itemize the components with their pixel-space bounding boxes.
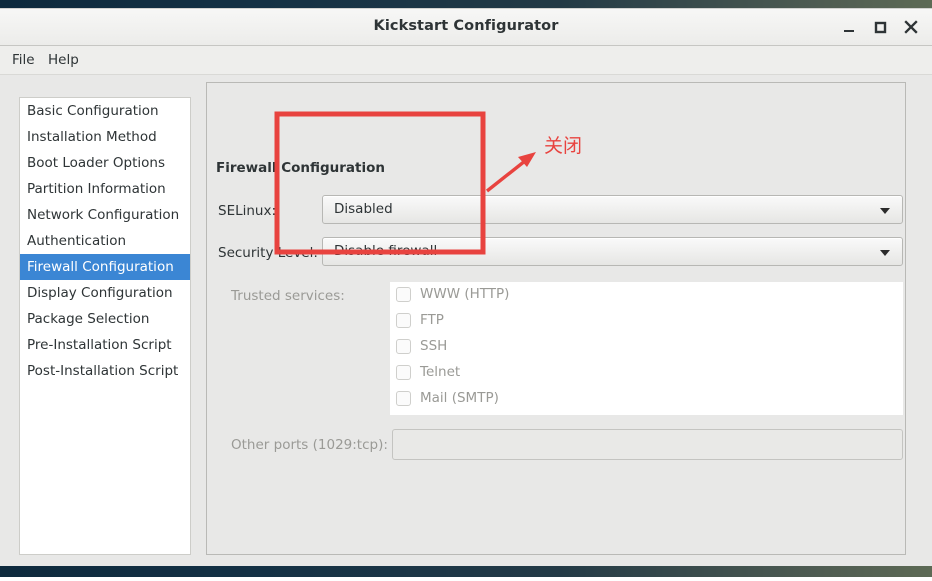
chevron-down-icon: [880, 208, 890, 214]
service-label: Telnet: [420, 364, 461, 380]
trusted-services-label: Trusted services:: [231, 288, 345, 304]
sidebar-item[interactable]: Post-Installation Script: [20, 358, 190, 384]
sidebar-item[interactable]: Firewall Configuration: [20, 254, 190, 280]
checkbox-icon[interactable]: [396, 365, 411, 380]
checkbox-icon[interactable]: [396, 287, 411, 302]
sidebar-item[interactable]: Partition Information: [20, 176, 190, 202]
section-list[interactable]: Basic Configuration Installation Method Bo…: [19, 97, 191, 555]
service-label: WWW (HTTP): [420, 286, 510, 302]
checkbox-icon[interactable]: [396, 339, 411, 354]
sidebar-item[interactable]: Boot Loader Options: [20, 150, 190, 176]
sidebar-item[interactable]: Pre-Installation Script: [20, 332, 190, 358]
window-title: Kickstart Configurator: [373, 18, 559, 34]
sidebar-item[interactable]: Authentication: [20, 228, 190, 254]
security-level-combobox[interactable]: Disable firewall: [322, 237, 903, 266]
other-ports-label: Other ports (1029:tcp):: [231, 437, 388, 453]
service-label: FTP: [420, 312, 444, 328]
sidebar-item[interactable]: Basic Configuration: [20, 98, 190, 124]
application-window: Kickstart Configurator File Help Basic C…: [0, 8, 932, 566]
sidebar-item[interactable]: Display Configuration: [20, 280, 190, 306]
menu-item-file[interactable]: File: [8, 51, 39, 69]
title-bar: Kickstart Configurator: [0, 9, 932, 46]
maximize-button[interactable]: [869, 16, 891, 38]
service-checkbox-row[interactable]: Telnet: [390, 360, 903, 386]
minimize-button[interactable]: [838, 16, 860, 38]
sidebar-item[interactable]: Installation Method: [20, 124, 190, 150]
checkbox-icon[interactable]: [396, 391, 411, 406]
checkbox-icon[interactable]: [396, 313, 411, 328]
service-label: Mail (SMTP): [420, 390, 499, 406]
menu-item-help[interactable]: Help: [44, 51, 83, 69]
selinux-label: SELinux:: [218, 203, 277, 219]
security-level-value: Disable firewall: [334, 243, 438, 259]
frame-title: Firewall Configuration: [212, 160, 391, 176]
service-checkbox-row[interactable]: Mail (SMTP): [390, 386, 903, 412]
selinux-value: Disabled: [334, 201, 393, 217]
security-level-label: Security Level:: [218, 245, 318, 261]
sidebar-item[interactable]: Package Selection: [20, 306, 190, 332]
sidebar-item[interactable]: Network Configuration: [20, 202, 190, 228]
close-button[interactable]: [900, 16, 922, 38]
chevron-down-icon: [880, 250, 890, 256]
service-checkbox-row[interactable]: FTP: [390, 308, 903, 334]
menu-bar: File Help: [0, 46, 932, 75]
trusted-services-list[interactable]: WWW (HTTP) FTP SSH Telnet Mail (SMTP): [390, 282, 903, 415]
service-checkbox-row[interactable]: SSH: [390, 334, 903, 360]
selinux-combobox[interactable]: Disabled: [322, 195, 903, 224]
service-checkbox-row[interactable]: WWW (HTTP): [390, 282, 903, 308]
content-area: Basic Configuration Installation Method Bo…: [0, 75, 932, 566]
service-label: SSH: [420, 338, 448, 354]
other-ports-input[interactable]: [392, 429, 903, 460]
